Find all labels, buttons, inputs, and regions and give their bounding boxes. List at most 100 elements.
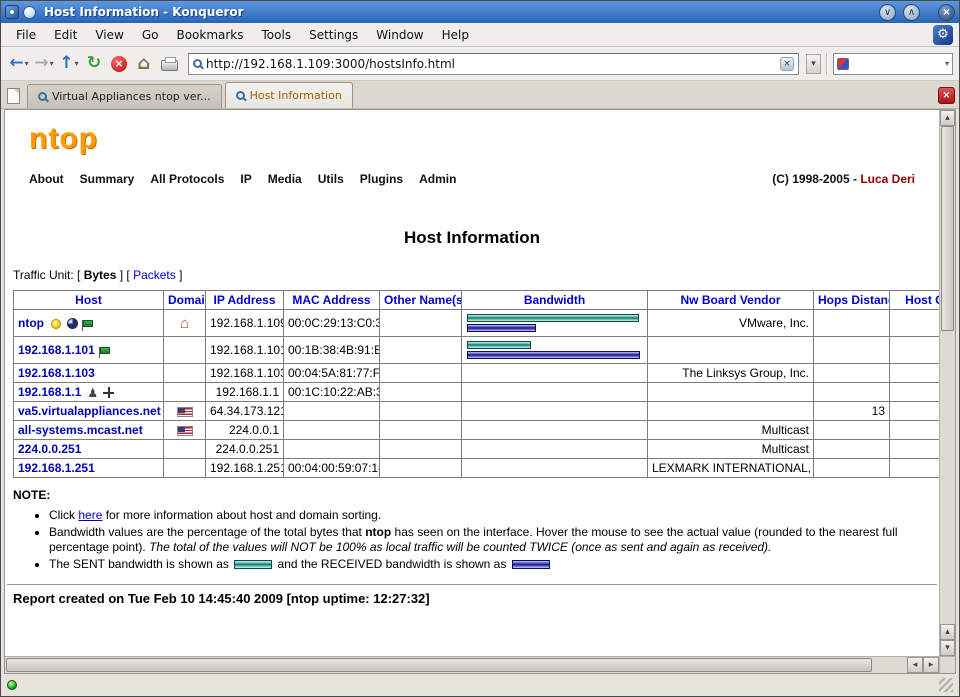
location-bar[interactable]: × xyxy=(188,53,799,75)
shade-icon: ∧ xyxy=(908,7,915,18)
navigation-toolbar: ← ▾ → ▾ ↑ ▾ ↻ × ⌂ × ▾ xyxy=(1,47,959,81)
host-table-body: ntop⌂192.168.1.10900:0C:29:13:C0:36VMwar… xyxy=(14,310,940,478)
stop-icon: × xyxy=(111,56,127,72)
tab-1[interactable]: Host Information xyxy=(225,82,353,108)
traffic-units: [ Bytes ] [ Packets ] xyxy=(77,268,182,282)
host-link[interactable]: 224.0.0.251 xyxy=(18,442,81,456)
us-flag-icon xyxy=(177,407,193,417)
print-button[interactable] xyxy=(157,51,181,77)
shade-button[interactable]: ∧ xyxy=(903,4,920,21)
nav-links: About Summary All Protocols IP Media Utils Plu… xyxy=(29,172,456,186)
note-link[interactable]: here xyxy=(78,508,102,522)
report-line: Report created on Tue Feb 10 14:45:40 20… xyxy=(13,591,939,606)
search-engine-icon[interactable] xyxy=(837,58,849,70)
nav-summary[interactable]: Summary xyxy=(80,172,135,186)
nav-ip[interactable]: IP xyxy=(240,172,251,186)
menu-item-file[interactable]: File xyxy=(7,25,45,45)
kde-gear-icon[interactable]: ⚙ xyxy=(933,25,953,45)
nav-utils[interactable]: Utils xyxy=(318,172,344,186)
received-bandwidth-bar xyxy=(467,324,536,332)
minimize-button[interactable]: ∨ xyxy=(879,4,896,21)
menu-item-go[interactable]: Go xyxy=(133,25,168,45)
scroll-left-button[interactable]: ◂ xyxy=(907,657,923,673)
vertical-scrollbar[interactable]: ▴ ▴ ▾ xyxy=(939,110,955,656)
location-dropdown-button[interactable]: ▾ xyxy=(806,54,821,74)
traffic-unit-packets[interactable]: Packets xyxy=(133,268,176,282)
forward-dropdown-icon[interactable]: ▾ xyxy=(50,59,54,68)
resize-grip[interactable] xyxy=(939,678,953,692)
menu-item-edit[interactable]: Edit xyxy=(45,25,86,45)
table-row: 224.0.0.251224.0.0.251Multicast xyxy=(14,440,940,459)
menu-item-settings[interactable]: Settings xyxy=(300,25,367,45)
vertical-scroll-thumb[interactable] xyxy=(941,126,954,331)
forward-icon: → xyxy=(34,55,48,72)
back-dropdown-icon[interactable]: ▾ xyxy=(25,59,29,68)
up-icon: ↑ xyxy=(59,55,73,72)
window-menu-icon[interactable] xyxy=(5,5,19,19)
back-button[interactable]: ← ▾ xyxy=(7,51,31,77)
horizontal-scroll-thumb[interactable] xyxy=(6,658,872,672)
menu-item-tools[interactable]: Tools xyxy=(253,25,301,45)
forward-button[interactable]: → ▾ xyxy=(32,51,56,77)
status-bar xyxy=(1,674,959,696)
bulb-icon xyxy=(51,319,61,329)
konqueror-window: Host Information - Konqueror ∨ ∧ × FileE… xyxy=(0,0,960,697)
nav-plugins[interactable]: Plugins xyxy=(360,172,403,186)
search-bar[interactable]: ▾ xyxy=(833,53,953,75)
nav-media[interactable]: Media xyxy=(268,172,302,186)
us-flag-icon xyxy=(177,426,193,436)
host-link[interactable]: va5.virtualappliances.net xyxy=(18,404,161,418)
scroll-up-button[interactable]: ▴ xyxy=(940,110,955,126)
menu-item-view[interactable]: View xyxy=(86,25,132,45)
column-header: Domain xyxy=(164,291,206,310)
minimize-icon: ∨ xyxy=(884,7,891,18)
scroll-up-button-2[interactable]: ▴ xyxy=(940,624,955,640)
back-icon: ← xyxy=(9,55,23,72)
url-input[interactable] xyxy=(206,57,776,71)
clear-location-icon[interactable]: × xyxy=(780,57,794,71)
host-link[interactable]: ntop xyxy=(18,316,44,330)
author-link[interactable]: Luca Deri xyxy=(860,172,915,186)
horizontal-scrollbar[interactable]: ◂ ▸ xyxy=(5,656,955,673)
page-title: Host Information xyxy=(5,228,939,248)
status-led-icon xyxy=(7,680,17,690)
search-dropdown-icon[interactable]: ▾ xyxy=(945,59,949,68)
host-link[interactable]: 192.168.1.1 xyxy=(18,385,81,399)
browser-view: ntop About Summary All Protocols IP Media Uti… xyxy=(4,109,956,674)
scroll-down-button[interactable]: ▾ xyxy=(940,640,955,656)
home-icon: ⌂ xyxy=(180,316,189,331)
up-dropdown-icon[interactable]: ▾ xyxy=(75,59,79,68)
horizontal-scroll-track[interactable] xyxy=(5,657,907,673)
close-tab-button[interactable]: × xyxy=(938,87,955,104)
home-button[interactable]: ⌂ xyxy=(132,51,156,77)
tab-0[interactable]: Virtual Appliances ntop ver... xyxy=(27,84,222,108)
host-link[interactable]: 192.168.1.251 xyxy=(18,461,95,475)
host-link[interactable]: all-systems.mcast.net xyxy=(18,423,143,437)
up-button[interactable]: ↑ ▾ xyxy=(57,51,81,77)
nav-admin[interactable]: Admin xyxy=(419,172,456,186)
host-link[interactable]: 192.168.1.101 xyxy=(18,343,95,357)
close-window-button[interactable]: × xyxy=(938,4,955,21)
menu-item-help[interactable]: Help xyxy=(433,25,478,45)
new-tab-icon[interactable] xyxy=(7,88,20,104)
nav-about[interactable]: About xyxy=(29,172,64,186)
scrollbar-corner xyxy=(939,657,955,673)
menu-item-bookmarks[interactable]: Bookmarks xyxy=(167,25,252,45)
move-icon xyxy=(103,387,114,398)
reload-button[interactable]: ↻ xyxy=(82,51,106,77)
title-bar[interactable]: Host Information - Konqueror ∨ ∧ × xyxy=(1,1,959,23)
menu-item-window[interactable]: Window xyxy=(367,25,432,45)
host-link[interactable]: 192.168.1.103 xyxy=(18,366,95,380)
table-row: 192.168.1.1♟192.168.1.100:1C:10:22:AB:3C xyxy=(14,383,940,402)
traffic-unit-bytes[interactable]: Bytes xyxy=(84,268,117,282)
vertical-scroll-track[interactable] xyxy=(940,126,955,624)
nav-all-protocols[interactable]: All Protocols xyxy=(150,172,224,186)
scroll-right-button[interactable]: ▸ xyxy=(923,657,939,673)
note-item: Click here for more information about ho… xyxy=(49,508,929,523)
sent-bandwidth-bar xyxy=(467,314,639,322)
green-flag-icon xyxy=(83,320,93,327)
stop-button[interactable]: × xyxy=(107,51,131,77)
menu-items: FileEditViewGoBookmarksToolsSettingsWind… xyxy=(7,25,478,45)
note-text: The SENT bandwidth is shown as xyxy=(49,557,232,571)
reload-icon: ↻ xyxy=(87,55,101,72)
